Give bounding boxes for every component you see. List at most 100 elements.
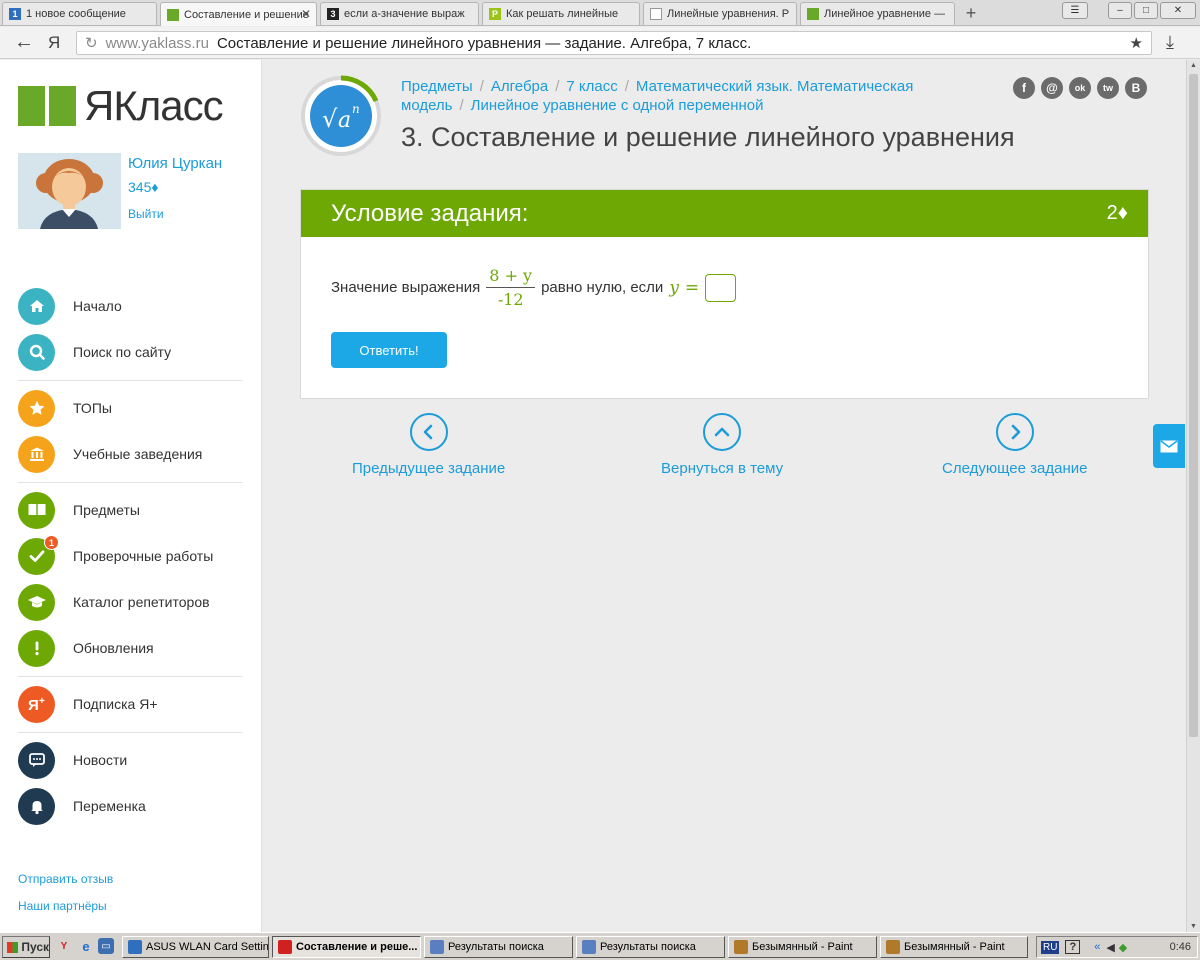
sidebar-item-graduation-cap[interactable]: Каталог репетиторов <box>18 582 243 622</box>
close-window-button[interactable]: ✕ <box>1160 2 1196 19</box>
breadcrumb-item-topic[interactable]: Линейное уравнение с одной переменной <box>471 97 764 114</box>
browser-tab-2[interactable]: Составление и решение ✕ <box>160 2 317 26</box>
ya-plus-icon: Я + <box>18 685 55 723</box>
tab-title: Составление и решение <box>184 8 309 21</box>
sidebar-item-label: Подписка Я+ <box>73 696 158 712</box>
taskbar-button-1[interactable]: ASUS WLAN Card Settings <box>122 936 269 958</box>
scrollbar-thumb[interactable] <box>1189 74 1198 737</box>
new-tab-button[interactable]: + <box>960 2 982 24</box>
sidebar-item-search[interactable]: Поиск по сайту <box>18 332 243 372</box>
language-indicator[interactable]: RU <box>1041 940 1060 954</box>
facebook-icon[interactable]: f <box>1013 77 1035 99</box>
user-points: 345♦ <box>128 179 159 195</box>
sidebar-item-exclamation[interactable]: Обновления <box>18 628 243 668</box>
math-variable: y <box>669 277 679 298</box>
back-arrow-icon[interactable]: ← <box>14 31 34 54</box>
twitter-icon[interactable]: tw <box>1097 77 1119 99</box>
desktop-quicklaunch-icon[interactable]: ▭ <box>98 938 114 954</box>
taskbar-button-label: Результаты поиска <box>600 941 696 953</box>
start-label: Пуск <box>21 940 49 954</box>
chevron-left-icon[interactable] <box>409 413 448 451</box>
tab-list-button[interactable]: ☰ <box>1062 2 1088 19</box>
download-icon[interactable]: ⤓ <box>1166 32 1174 53</box>
next-task-link[interactable]: Следующее задание <box>942 413 1087 477</box>
url-field[interactable]: ↻ www.yaklass.ru Составление и решение л… <box>76 31 1152 55</box>
chevron-up-icon[interactable] <box>703 413 742 451</box>
feedback-mail-button[interactable] <box>1153 424 1185 468</box>
url-domain: www.yaklass.ru <box>105 34 209 52</box>
sidebar-item-ya-plus[interactable]: Я + Подписка Я+ <box>18 684 243 724</box>
sidebar-item-star[interactable]: ТОПы <box>18 388 243 428</box>
clock: 0:46 <box>1169 941 1191 953</box>
taskbar-app-icon <box>128 940 142 954</box>
sidebar-item-building[interactable]: Учебные заведения <box>18 434 243 474</box>
yandex-icon[interactable]: Я <box>48 33 60 53</box>
book-logo-icon <box>18 84 76 128</box>
feedback-link[interactable]: Отправить отзыв <box>18 872 113 886</box>
mail-ru-icon[interactable]: @ <box>1041 77 1063 99</box>
taskbar-button-2[interactable]: Составление и реше... <box>272 936 421 958</box>
sidebar-item-home[interactable]: Начало <box>18 286 243 326</box>
user-name-link[interactable]: Юлия Цуркан <box>128 155 222 172</box>
scroll-up-icon[interactable]: ▲ <box>1190 62 1197 69</box>
breadcrumb-item-grade[interactable]: 7 класс <box>566 78 617 95</box>
url-page-title: Составление и решение линейного уравнени… <box>216 34 752 52</box>
browser-tab-6[interactable]: Линейное уравнение — <box>800 2 955 25</box>
browser-tab-5[interactable]: Линейные уравнения. Р <box>643 2 797 25</box>
sidebar-item-bell[interactable]: Переменка <box>18 786 243 826</box>
volume-icon[interactable]: ◀ <box>1106 941 1114 954</box>
shield-icon[interactable]: ◆ <box>1119 941 1127 954</box>
taskbar-button-5[interactable]: Безымянный - Paint <box>728 936 877 958</box>
sidebar-item-label: Обновления <box>73 640 154 656</box>
windows-flag-icon <box>7 941 19 953</box>
vkontakte-icon[interactable]: В <box>1125 77 1147 99</box>
minimize-button[interactable]: – <box>1108 2 1132 19</box>
taskbar-app-icon <box>278 940 292 954</box>
avatar[interactable] <box>18 153 121 229</box>
partners-link[interactable]: Наши партнёры <box>18 899 107 913</box>
logout-link[interactable]: Выйти <box>128 207 164 221</box>
sidebar-item-check[interactable]: 1 Проверочные работы <box>18 534 243 576</box>
breadcrumb-item-subjects[interactable]: Предметы <box>401 78 473 95</box>
start-button[interactable]: Пуск <box>2 936 50 958</box>
browser-tab-4[interactable]: P Как решать линейные <box>482 2 640 25</box>
yandex-quicklaunch-icon[interactable]: Y <box>56 938 72 954</box>
next-task-label[interactable]: Следующее задание <box>942 460 1087 477</box>
system-tray: RU ? « ◀ ◆ 0:46 <box>1036 936 1198 958</box>
taskbar-button-3[interactable]: Результаты поиска <box>424 936 573 958</box>
chevron-right-icon[interactable] <box>995 413 1034 451</box>
prev-task-label[interactable]: Предыдущее задание <box>352 460 505 477</box>
network-icon[interactable]: « <box>1094 941 1100 953</box>
tab-title: Линейные уравнения. Р <box>667 8 790 20</box>
scroll-down-icon[interactable]: ▼ <box>1190 923 1197 930</box>
ie-quicklaunch-icon[interactable]: e <box>78 938 94 954</box>
yaklass-logo[interactable]: ЯКласс <box>18 82 224 130</box>
tab-close-icon[interactable]: ✕ <box>301 7 311 21</box>
sidebar-item-label: Новости <box>73 752 128 768</box>
taskbar-button-6[interactable]: Безымянный - Paint <box>880 936 1028 958</box>
sidebar-item-book[interactable]: Предметы <box>18 490 243 530</box>
answer-input[interactable] <box>705 273 737 302</box>
prev-task-link[interactable]: Предыдущее задание <box>352 413 505 477</box>
browser-tab-3[interactable]: 3 если а-значение выраж <box>320 2 479 25</box>
maximize-button[interactable]: □ <box>1134 2 1158 19</box>
back-to-topic-label[interactable]: Вернуться в тему <box>661 460 783 477</box>
odnoklassniki-icon[interactable]: ok <box>1069 77 1091 99</box>
breadcrumb-item-algebra[interactable]: Алгебра <box>491 78 548 95</box>
taskbar-app-icon <box>886 940 900 954</box>
taskbar-button-4[interactable]: Результаты поиска <box>576 936 725 958</box>
fraction-numerator: 8 + y <box>486 266 536 288</box>
submit-answer-button[interactable]: Ответить! <box>331 332 447 368</box>
reload-icon[interactable]: ↻ <box>85 34 98 52</box>
browser-tab-1[interactable]: 1 1 новое сообщение <box>2 2 157 25</box>
sidebar-item-chat[interactable]: Новости <box>18 740 243 780</box>
bookmark-star-icon[interactable]: ★ <box>1130 34 1143 52</box>
windows-taskbar: Пуск Y e ▭ ASUS WLAN Card Settings Состав… <box>0 932 1200 960</box>
help-icon[interactable]: ? <box>1065 940 1081 954</box>
logo-text: ЯКласс <box>84 82 224 129</box>
tab-favicon-icon <box>807 8 819 20</box>
tab-favicon-icon <box>167 8 179 21</box>
page-scrollbar[interactable]: ▲ ▼ <box>1186 60 1200 932</box>
sidebar-item-label: Переменка <box>73 798 146 814</box>
back-to-topic-link[interactable]: Вернуться в тему <box>661 413 783 477</box>
